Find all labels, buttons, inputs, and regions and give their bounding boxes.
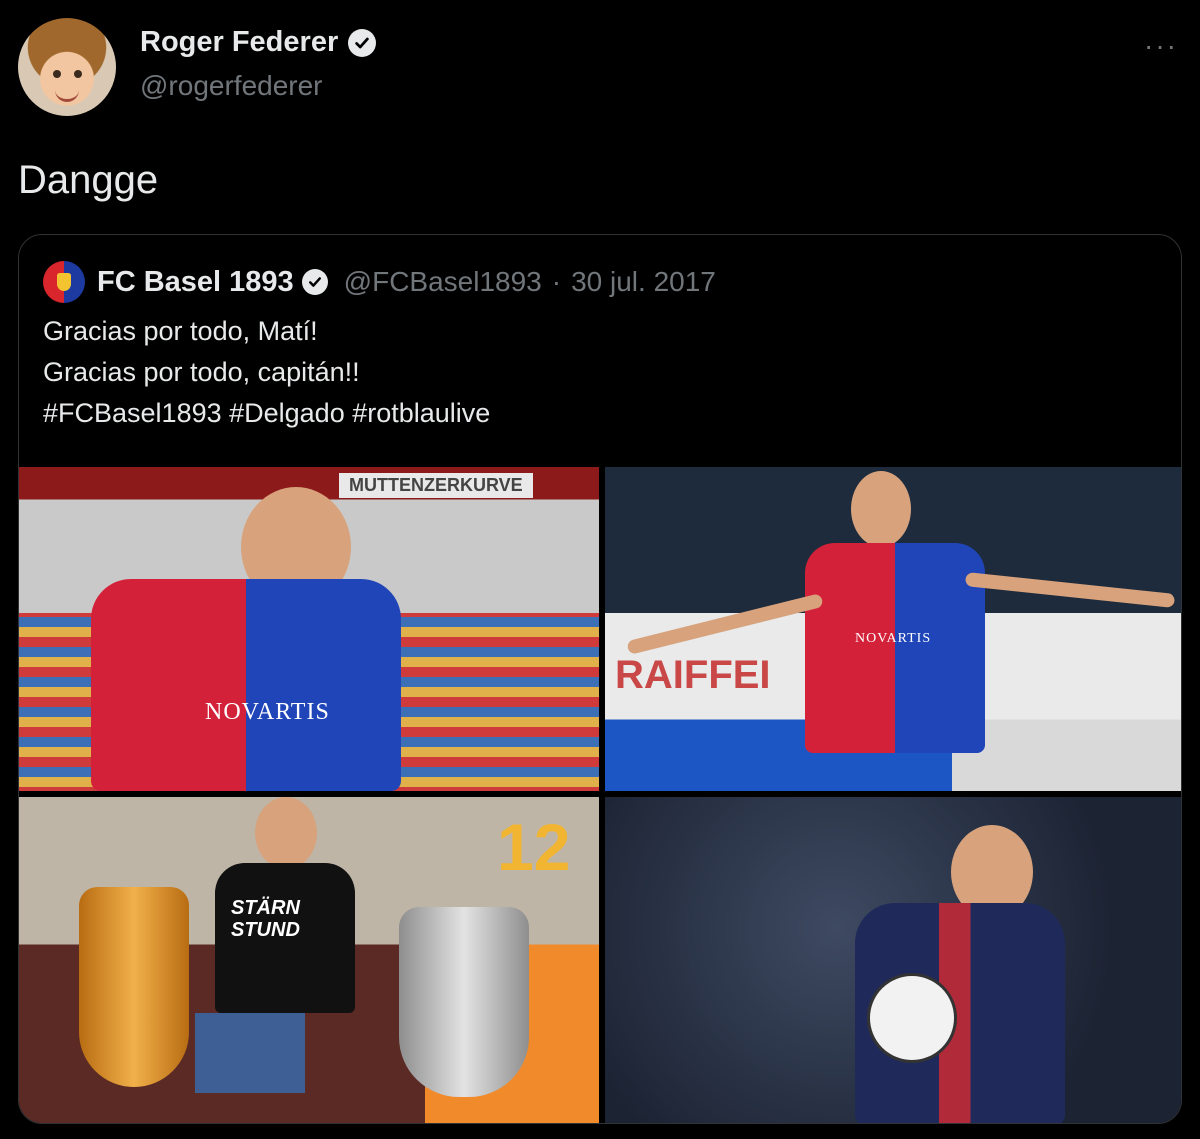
author-name[interactable]: Roger Federer (140, 26, 338, 59)
player-arm (626, 593, 824, 655)
author-handle[interactable]: @rogerfederer (140, 70, 323, 102)
tshirt-text: STUND (231, 919, 300, 941)
tweet-text: Dangge (18, 158, 159, 202)
quoted-date: 30 jul. 2017 (571, 266, 716, 297)
player-arm (964, 572, 1176, 608)
verified-badge-icon (348, 28, 377, 57)
photo-3[interactable]: 12 STÄRN STUND (19, 797, 599, 1123)
meta-separator: · (551, 266, 562, 297)
author-name-row: Roger Federer (140, 26, 377, 59)
shirt-sponsor-text: NOVARTIS (855, 631, 932, 646)
football (867, 973, 957, 1063)
silver-trophy (399, 907, 529, 1097)
board-text: RAIFFEI (615, 653, 771, 697)
player-head (255, 797, 317, 869)
quoted-author-name: FC Basel 1893 (97, 265, 294, 298)
player-head (851, 471, 911, 547)
quoted-tweet[interactable]: FC Basel 1893 @FCBasel1893 · 30 jul. 201… (18, 234, 1182, 1124)
more-options-icon[interactable]: ··· (1144, 30, 1178, 62)
photo-1[interactable]: MUTTENZERKURVE NOVARTIS (19, 467, 599, 791)
banner-number: 12 (497, 810, 571, 884)
shirt-sponsor-text: NOVARTIS (205, 699, 330, 725)
player-shorts (195, 1013, 305, 1093)
quoted-tweet-header: FC Basel 1893 @FCBasel1893 · 30 jul. 201… (43, 261, 716, 303)
quoted-author-handle: @FCBasel1893 (343, 266, 542, 297)
quoted-author-avatar[interactable] (43, 261, 85, 303)
author-avatar[interactable] (18, 18, 116, 116)
player-shirt (805, 543, 985, 753)
gold-trophy (79, 887, 189, 1087)
photo-2[interactable]: RAIFFEI NOVARTIS (605, 467, 1181, 791)
quoted-text-line: Gracias por todo, capitán!! (43, 357, 360, 387)
media-grid: MUTTENZERKURVE NOVARTIS RAIFFEI NOVARTIS… (19, 467, 1181, 1123)
stadium-banner-text: MUTTENZERKURVE (339, 473, 533, 498)
quoted-tweet-text: Gracias por todo, Matí! Gracias por todo… (43, 311, 490, 434)
verified-badge-icon (301, 269, 328, 295)
tshirt-text: STÄRN (231, 897, 300, 919)
quoted-hashtags: #FCBasel1893 #Delgado #rotblaulive (43, 398, 491, 428)
player-shirt (91, 579, 401, 791)
photo-4[interactable] (605, 797, 1181, 1123)
quoted-text-line: Gracias por todo, Matí! (43, 316, 318, 346)
